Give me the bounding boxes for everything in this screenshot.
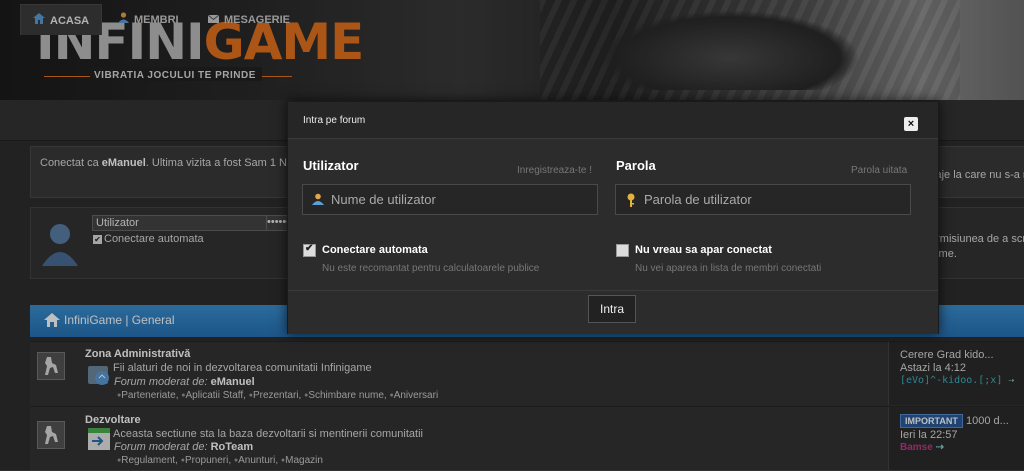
username-input[interactable]: Nume de utilizator bbox=[302, 184, 598, 215]
username-label: Utilizator bbox=[303, 158, 359, 173]
auto-login-label[interactable]: Conectare automata bbox=[322, 244, 428, 256]
password-input[interactable]: Parola de utilizator bbox=[615, 184, 911, 215]
username-placeholder: Nume de utilizator bbox=[331, 192, 436, 207]
hide-online-checkbox[interactable] bbox=[616, 244, 629, 257]
login-modal: Intra pe forum × Utilizator Inregistreaz… bbox=[287, 101, 939, 334]
hide-online-hint: Nu vei aparea in lista de membri conecta… bbox=[635, 263, 822, 274]
key-icon bbox=[625, 193, 637, 207]
user-icon bbox=[312, 193, 324, 205]
modal-title: Intra pe forum bbox=[303, 115, 366, 126]
modal-header: Intra pe forum × bbox=[288, 102, 938, 139]
forgot-password-link[interactable]: Parola uitata bbox=[851, 165, 907, 176]
auto-login-hint: Nu este recomantat pentru calculatoarele… bbox=[322, 263, 540, 274]
auto-login-checkbox[interactable]: ✔ bbox=[303, 243, 316, 257]
register-link[interactable]: Inregistreaza-te ! bbox=[517, 165, 592, 176]
checkmark-icon: ✔ bbox=[305, 243, 314, 254]
login-submit-button[interactable]: Intra bbox=[588, 295, 636, 323]
close-icon[interactable]: × bbox=[904, 117, 918, 131]
password-placeholder: Parola de utilizator bbox=[644, 192, 752, 207]
password-label: Parola bbox=[616, 158, 656, 173]
hide-online-label[interactable]: Nu vreau sa apar conectat bbox=[635, 244, 772, 256]
